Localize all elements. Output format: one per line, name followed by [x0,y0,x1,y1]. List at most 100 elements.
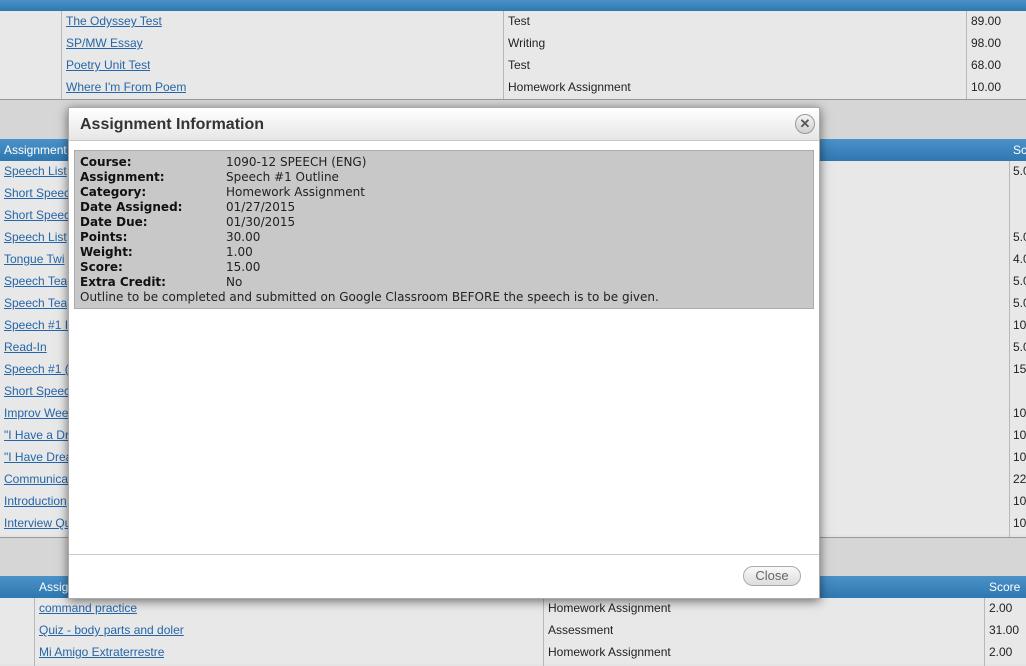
score-cell: 10.00 [971,80,1002,94]
detail-row: Course: 1090-12 SPEECH (ENG) [80,155,808,170]
detail-row: Date Assigned: 01/27/2015 [80,200,808,215]
column-divider [984,598,985,666]
assignment-link[interactable]: Short Speec [4,384,70,398]
detail-row: Date Due: 01/30/2015 [80,215,808,230]
assignment-link[interactable]: The Odyssey Test [66,14,162,28]
assignment-link[interactable]: Short Speec [4,186,70,200]
score-cell: 68.00 [971,58,1002,72]
header-score[interactable]: Sc [1013,143,1026,157]
assignment-link[interactable]: Mi Amigo Extraterrestre [39,645,164,659]
assignment-link[interactable]: SP/MW Essay [66,36,143,50]
assignment-details: Course: 1090-12 SPEECH (ENG) Assignment: Sp… [74,150,814,309]
top-table-header [0,0,1026,11]
assignment-link[interactable]: Speech Tea [4,274,67,288]
assignment-link[interactable]: "I Have a Dr [4,428,69,442]
score-cell: 10 [1013,450,1026,464]
assignment-link[interactable]: Communica [4,472,68,486]
assignment-info-dialog: Assignment Information ✕ Course: 1090-12 … [68,107,820,599]
score-cell: 2.00 [989,645,1013,659]
column-divider [34,598,35,666]
assignment-link[interactable]: Speech Tea [4,296,67,310]
score-cell: 5.0 [1013,274,1026,288]
assignment-link[interactable]: Quiz - body parts and doler [39,623,184,637]
column-divider [1009,161,1010,537]
detail-row: Score: 15.00 [80,260,808,275]
score-cell: 10 [1013,516,1026,530]
assignment-link[interactable]: command practice [39,601,137,615]
score-cell: 4.0 [1013,252,1026,266]
detail-value: 01/30/2015 [226,215,296,229]
table-row: Where I'm From Poem Homework Assignment 10… [0,77,1026,99]
detail-label: Points: [80,230,128,244]
category-cell: Writing [508,36,546,50]
detail-value: 01/27/2015 [226,200,296,214]
assignment-link[interactable]: Read-In [4,340,47,354]
score-cell: 98.00 [971,36,1002,50]
detail-row: Category: Homework Assignment [80,185,808,200]
table-row: Poetry Unit Test Test 68.00 [0,55,1026,77]
header-assignment[interactable]: Assig [39,580,68,594]
table-row: command practice Homework Assignment 2.00 [0,598,1026,620]
assignment-link[interactable]: Tongue Twi [4,252,65,266]
category-cell: Assessment [548,623,614,637]
category-cell: Homework Assignment [548,601,671,615]
score-cell: 10 [1013,406,1026,420]
assignment-link[interactable]: Speech List [4,164,67,178]
detail-value: No [226,275,243,289]
detail-label: Date Assigned: [80,200,183,214]
detail-label: Score: [80,260,123,274]
score-cell: 5.0 [1013,230,1026,244]
detail-value: 15.00 [226,260,261,274]
header-assignment[interactable]: Assignment [4,143,67,157]
assignment-link[interactable]: Interview Qu [4,516,71,530]
assignment-description: Outline to be completed and submitted on… [80,290,659,304]
close-button[interactable]: Close [743,566,801,586]
detail-row: Assignment: Speech #1 Outline [80,170,808,185]
column-divider [966,11,967,99]
detail-row: Extra Credit: No [80,275,808,290]
assignment-link[interactable]: "I Have Drea [4,450,72,464]
detail-label: Assignment: [80,170,165,184]
detail-value: 1.00 [226,245,253,259]
detail-label: Extra Credit: [80,275,166,289]
table-row: SP/MW Essay Writing 98.00 [0,33,1026,55]
detail-value: Homework Assignment [226,185,365,199]
detail-label: Date Due: [80,215,148,229]
column-divider [61,11,62,99]
assignment-link[interactable]: Speech #1 I [4,318,68,332]
category-cell: Test [508,58,531,72]
assignment-link[interactable]: Poetry Unit Test [66,58,150,72]
score-cell: 5.0 [1013,164,1026,178]
dialog-title-bar: Assignment Information ✕ [69,108,819,141]
dialog-footer-divider [69,554,819,555]
detail-label: Weight: [80,245,133,259]
score-cell: 10 [1013,494,1026,508]
column-divider [503,11,504,99]
assignment-link[interactable]: Speech List [4,230,67,244]
detail-label: Category: [80,185,147,199]
detail-row: Points: 30.00 [80,230,808,245]
detail-label: Course: [80,155,132,169]
category-cell: Homework Assignment [548,645,671,659]
category-cell: Homework Assignment [508,80,631,94]
detail-value: 30.00 [226,230,261,244]
score-cell: 22 [1013,472,1026,486]
category-cell: Test [508,14,531,28]
table-row: Mi Amigo Extraterrestre Homework Assignme… [0,642,1026,664]
score-cell: 89.00 [971,14,1002,28]
assignment-link[interactable]: Improv Wee [4,406,68,420]
assignment-link[interactable]: Speech #1 ( [4,362,69,376]
score-cell: 2.00 [989,601,1013,615]
close-icon[interactable]: ✕ [795,114,815,134]
score-cell: 5.0 [1013,296,1026,310]
detail-value: 1090-12 SPEECH (ENG) [226,155,367,169]
detail-row: Weight: 1.00 [80,245,808,260]
assignment-link[interactable]: Where I'm From Poem [66,80,186,94]
header-score[interactable]: Score [989,580,1020,594]
assignment-link[interactable]: Short Speec [4,208,70,222]
score-cell: 10 [1013,428,1026,442]
assignment-link[interactable]: Introduction [4,494,67,508]
column-divider [543,598,544,666]
score-cell: 5.0 [1013,340,1026,354]
table-row: Quiz - body parts and doler Assessment 31.… [0,620,1026,642]
